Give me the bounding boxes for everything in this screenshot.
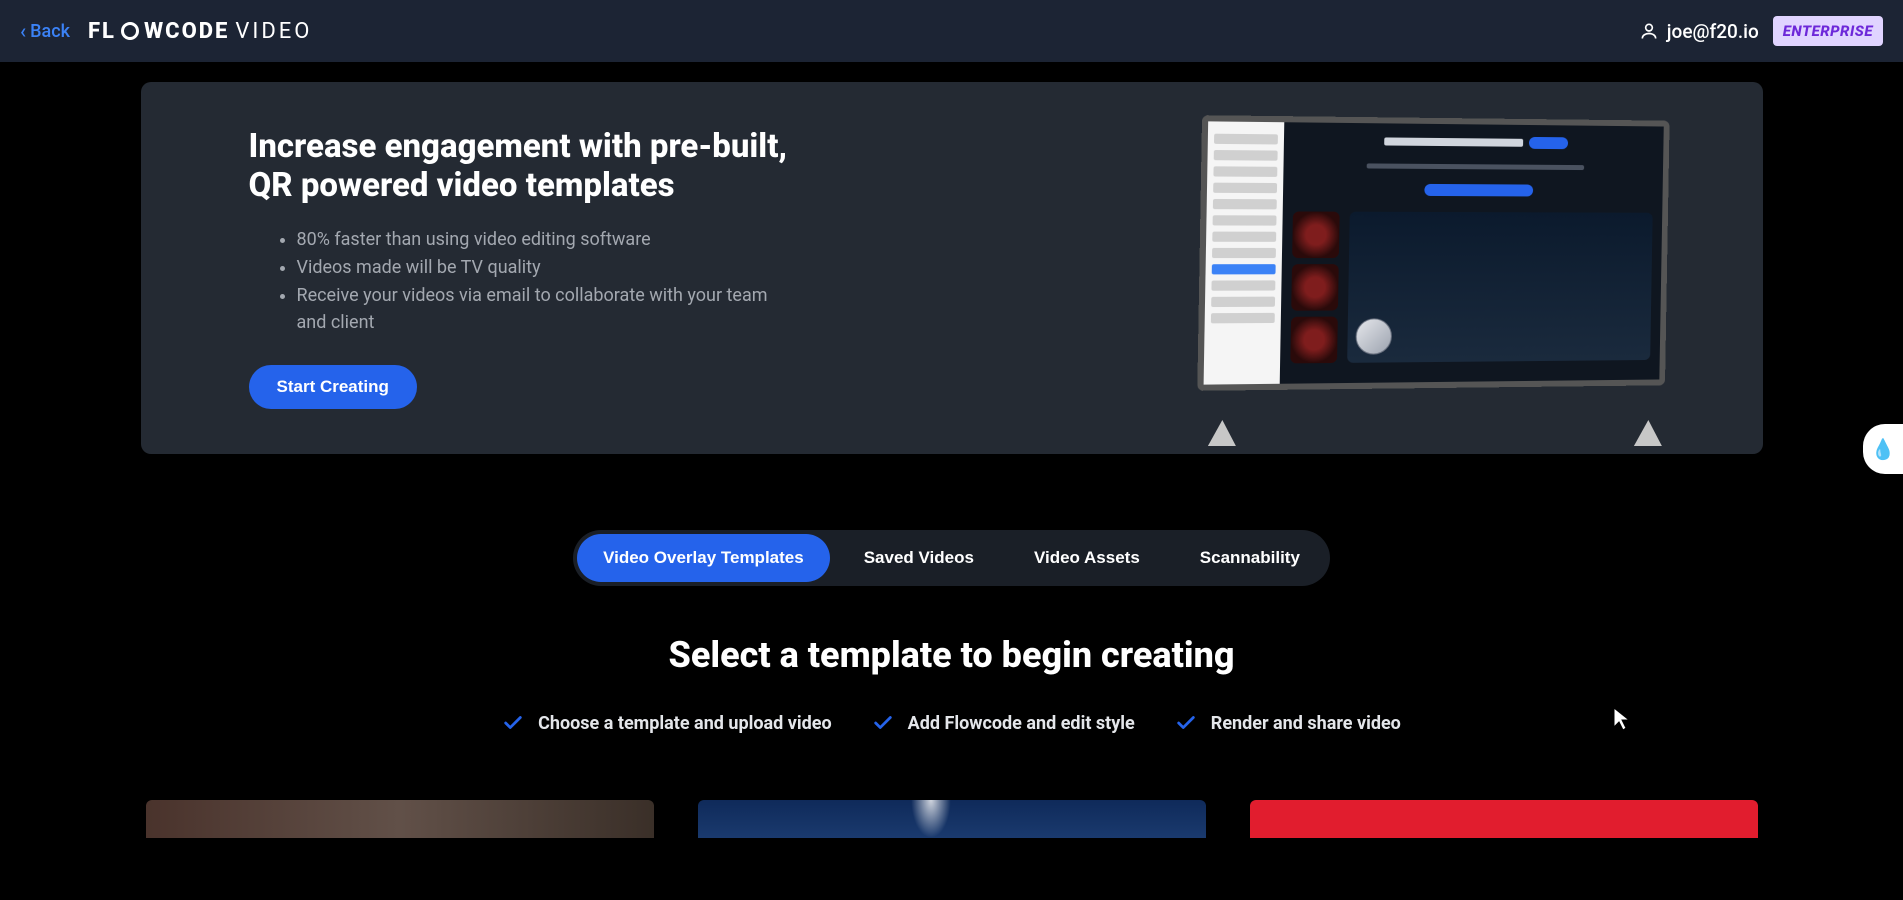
chevron-left-icon: ‹: [20, 21, 26, 41]
hero-heading-line1: Increase engagement with pre-built,: [249, 127, 788, 166]
user-email-text: joe@f20.io: [1667, 20, 1759, 43]
template-card[interactable]: [1250, 800, 1758, 838]
step-label: Choose a template and upload video: [538, 713, 832, 734]
steps-row: Choose a template and upload video Add F…: [0, 712, 1903, 734]
back-label: Back: [30, 21, 70, 42]
header-left: ‹ Back FL WCODE VIDEO: [20, 19, 312, 44]
template-card[interactable]: [698, 800, 1206, 838]
hero-bullets: 80% faster than using video editing soft…: [249, 226, 789, 338]
check-icon: [502, 712, 524, 734]
tv-illustration-sidebar: [1203, 121, 1284, 384]
user-icon: [1639, 21, 1659, 41]
logo-ring-icon: [121, 22, 139, 40]
droplet-icon: 💧: [1871, 437, 1896, 461]
tab-video-assets[interactable]: Video Assets: [1008, 534, 1166, 582]
check-icon: [872, 712, 894, 734]
logo[interactable]: FL WCODE VIDEO: [88, 19, 312, 44]
tab-video-overlay-templates[interactable]: Video Overlay Templates: [577, 534, 830, 582]
step-label: Add Flowcode and edit style: [908, 713, 1135, 734]
header-right: joe@f20.io ENTERPRISE: [1639, 16, 1883, 46]
section-title: Select a template to begin creating: [0, 634, 1903, 676]
tv-stand: [1199, 420, 1669, 446]
logo-prefix: FL: [88, 19, 116, 44]
hero-bullet: 80% faster than using video editing soft…: [297, 226, 789, 254]
hero-bullet: Receive your videos via email to collabo…: [297, 282, 789, 338]
tv-frame: [1197, 115, 1669, 391]
hero-text: Increase engagement with pre-built, QR p…: [249, 127, 789, 410]
back-button[interactable]: ‹ Back: [20, 21, 70, 42]
main-content: Increase engagement with pre-built, QR p…: [0, 62, 1903, 838]
step-item: Choose a template and upload video: [502, 712, 832, 734]
step-label: Render and share video: [1211, 713, 1401, 734]
tab-scannability[interactable]: Scannability: [1174, 534, 1326, 582]
hero-illustration: [1200, 118, 1675, 418]
app-header: ‹ Back FL WCODE VIDEO joe@f20.io ENTERPRI…: [0, 0, 1903, 62]
help-widget[interactable]: 💧: [1863, 424, 1903, 474]
user-menu[interactable]: joe@f20.io: [1639, 20, 1759, 43]
tv-illustration-main: [1279, 122, 1663, 384]
step-item: Add Flowcode and edit style: [872, 712, 1135, 734]
hero-heading-line2: QR powered video templates: [249, 166, 675, 205]
check-icon: [1175, 712, 1197, 734]
tab-saved-videos[interactable]: Saved Videos: [838, 534, 1000, 582]
step-item: Render and share video: [1175, 712, 1401, 734]
tabs-container: Video Overlay Templates Saved Videos Vid…: [0, 530, 1903, 586]
plan-badge: ENTERPRISE: [1773, 16, 1883, 46]
start-creating-button[interactable]: Start Creating: [249, 365, 417, 409]
hero-heading: Increase engagement with pre-built, QR p…: [249, 127, 789, 206]
logo-suffix: WCODE: [144, 19, 229, 44]
template-cards-row: [0, 800, 1903, 838]
logo-video: VIDEO: [235, 19, 312, 44]
tabs: Video Overlay Templates Saved Videos Vid…: [573, 530, 1330, 586]
hero-bullet: Videos made will be TV quality: [297, 254, 789, 282]
hero-card: Increase engagement with pre-built, QR p…: [141, 82, 1763, 454]
template-card[interactable]: [146, 800, 654, 838]
